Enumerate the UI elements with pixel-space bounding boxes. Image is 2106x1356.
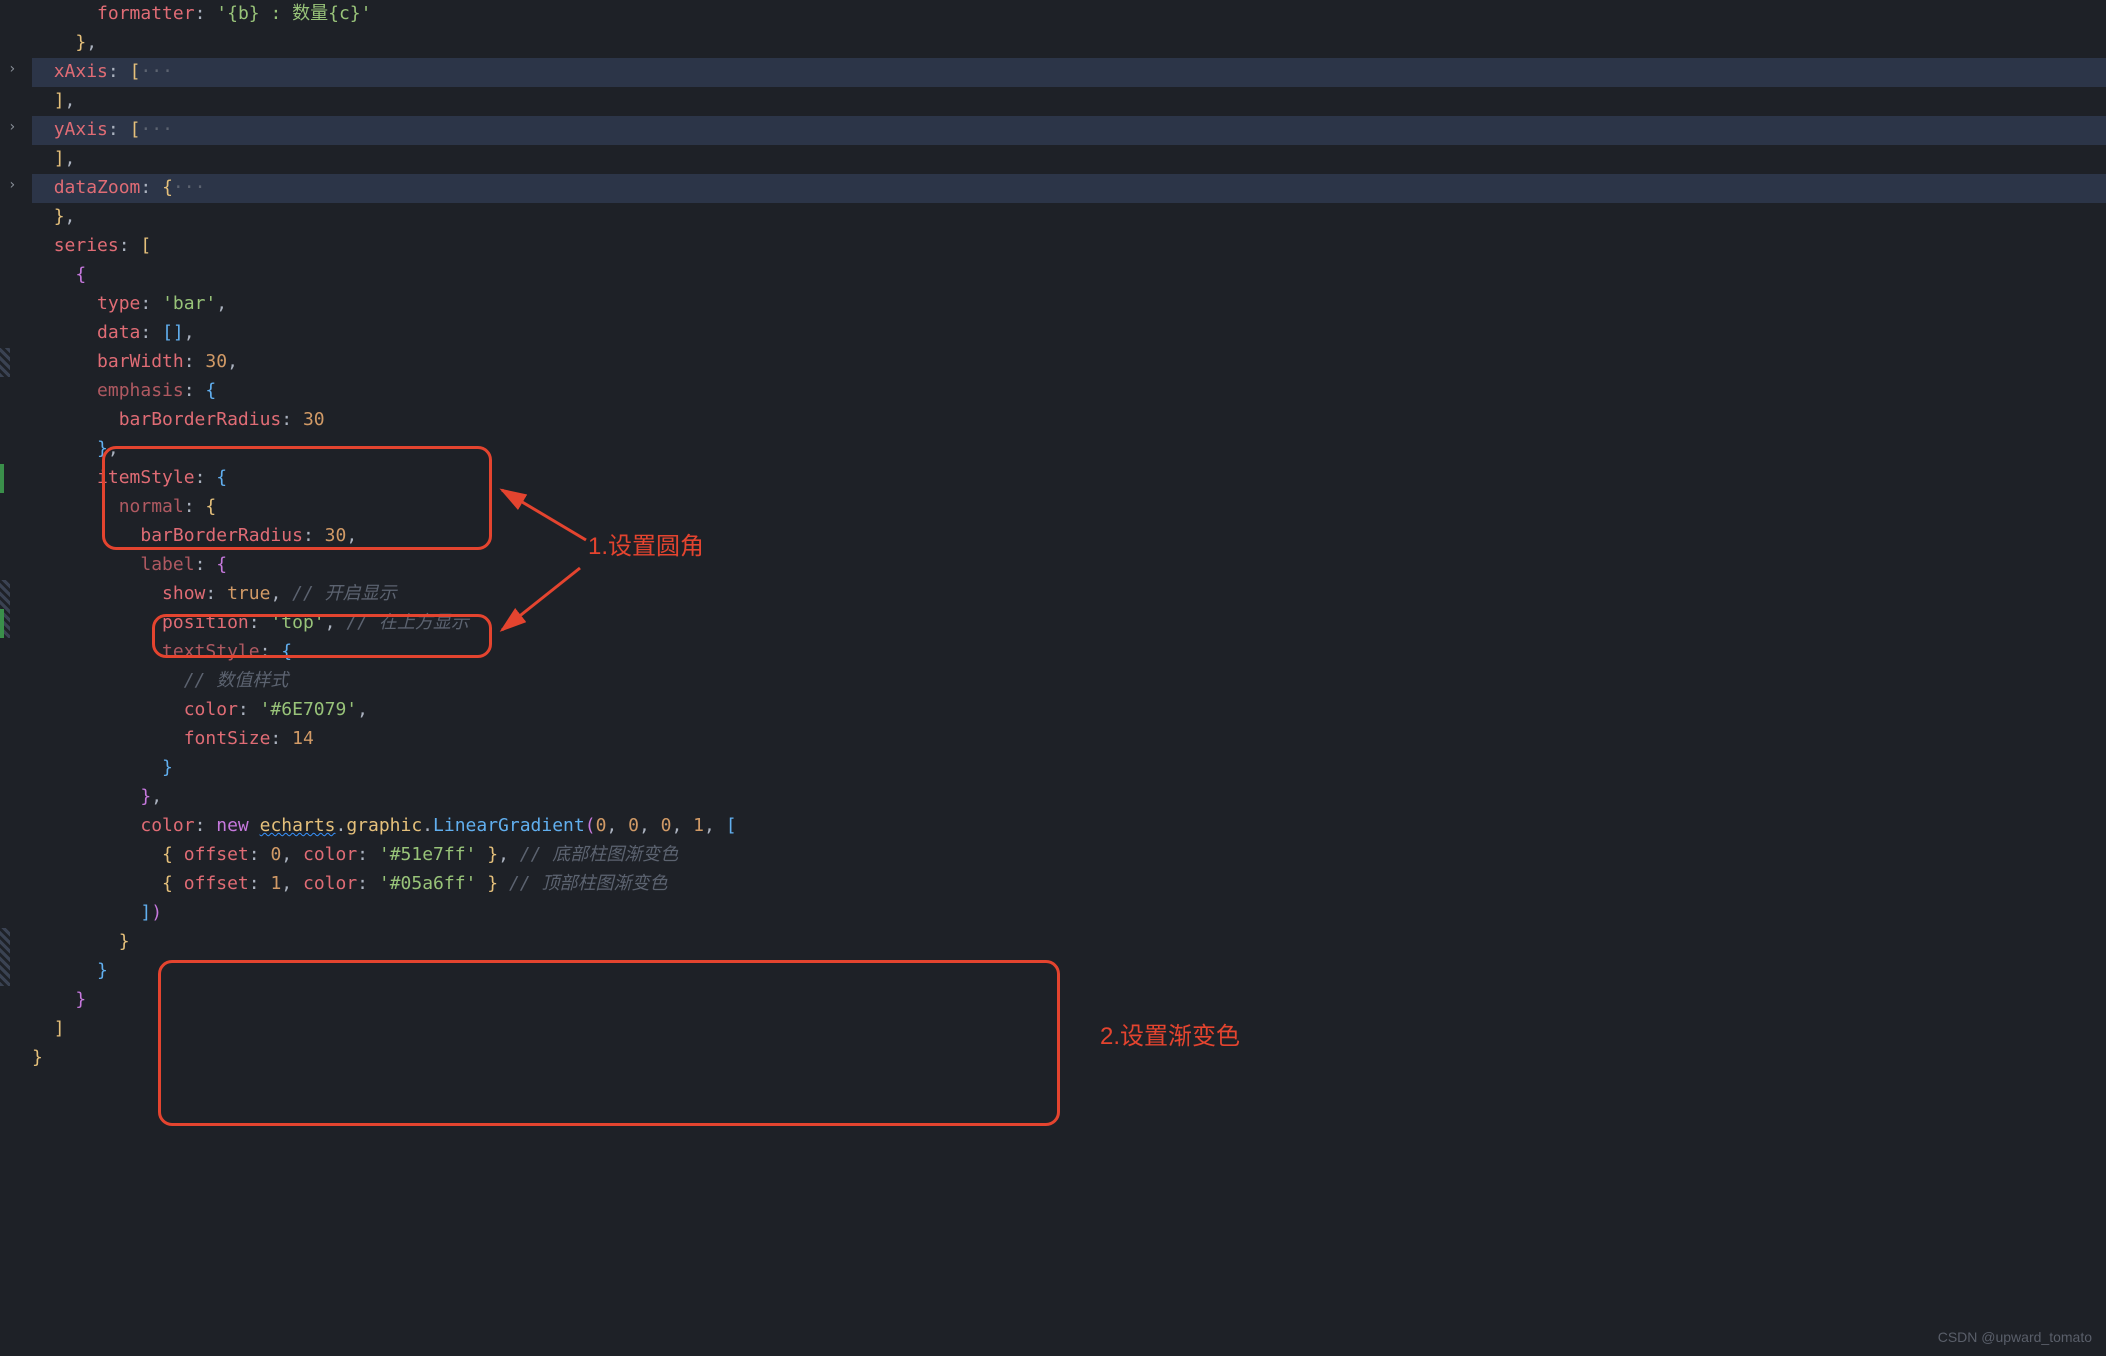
code-line[interactable]: ], [32, 145, 2106, 174]
code-line[interactable]: › yAxis: [··· [32, 116, 2106, 145]
code-line[interactable]: barWidth: 30, [32, 348, 2106, 377]
diff-stripe [0, 928, 10, 986]
code-line[interactable]: } [32, 1044, 2106, 1073]
code-line[interactable]: ]) [32, 899, 2106, 928]
code-line[interactable]: color: '#6E7079', [32, 696, 2106, 725]
code-line[interactable]: series: [ [32, 232, 2106, 261]
code-line[interactable]: } [32, 957, 2106, 986]
code-line[interactable]: }, [32, 435, 2106, 464]
code-editor[interactable]: formatter: '{b} : 数量{c}' }, › xAxis: [··… [0, 0, 2106, 1073]
chevron-right-icon[interactable]: › [8, 174, 28, 196]
chevron-right-icon[interactable]: › [8, 116, 28, 138]
code-line[interactable]: data: [], [32, 319, 2106, 348]
code-line[interactable]: { offset: 1, color: '#05a6ff' } // 顶部柱图渐… [32, 870, 2106, 899]
code-line[interactable]: itemStyle: { [32, 464, 2106, 493]
code-line[interactable]: } [32, 754, 2106, 783]
code-line[interactable]: barBorderRadius: 30 [32, 406, 2106, 435]
code-line[interactable]: type: 'bar', [32, 290, 2106, 319]
code-line[interactable]: ] [32, 1015, 2106, 1044]
code-line[interactable]: formatter: '{b} : 数量{c}' [32, 0, 2106, 29]
code-line[interactable]: fontSize: 14 [32, 725, 2106, 754]
change-marker [0, 609, 4, 638]
code-line[interactable]: barBorderRadius: 30, [32, 522, 2106, 551]
code-line[interactable]: }, [32, 783, 2106, 812]
code-line[interactable]: { offset: 0, color: '#51e7ff' }, // 底部柱图… [32, 841, 2106, 870]
code-line[interactable]: normal: { [32, 493, 2106, 522]
code-line[interactable]: emphasis: { [32, 377, 2106, 406]
code-line[interactable]: ], [32, 87, 2106, 116]
code-line[interactable]: label: { [32, 551, 2106, 580]
code-line[interactable]: // 数值样式 [32, 667, 2106, 696]
code-line[interactable]: } [32, 928, 2106, 957]
code-line[interactable]: color: new echarts.graphic.LinearGradien… [32, 812, 2106, 841]
code-line[interactable]: show: true, // 开启显示 [32, 580, 2106, 609]
watermark: CSDN @upward_tomato [1938, 1326, 2092, 1348]
chevron-right-icon[interactable]: › [8, 58, 28, 80]
code-line[interactable]: { [32, 261, 2106, 290]
diff-stripe [0, 348, 10, 377]
code-line[interactable]: › dataZoom: {··· [32, 174, 2106, 203]
code-line[interactable]: }, [32, 203, 2106, 232]
change-marker [0, 464, 4, 493]
code-line[interactable]: textStyle: { [32, 638, 2106, 667]
code-line[interactable]: › xAxis: [··· [32, 58, 2106, 87]
code-line[interactable]: }, [32, 29, 2106, 58]
code-line[interactable]: position: 'top', // 在上方显示 [32, 609, 2106, 638]
code-line[interactable]: } [32, 986, 2106, 1015]
